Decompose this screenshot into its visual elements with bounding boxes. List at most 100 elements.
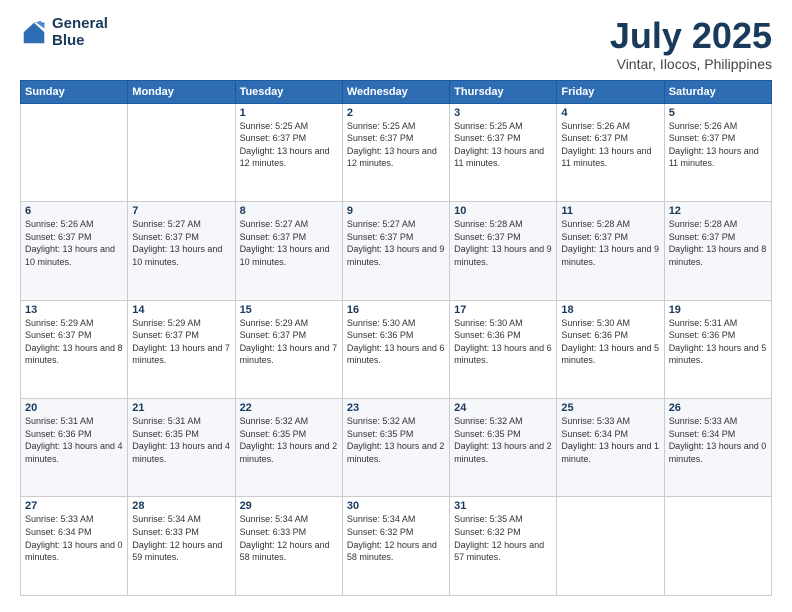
day-number: 15 (240, 304, 338, 316)
day-info: Sunrise: 5:26 AM Sunset: 6:37 PM Dayligh… (25, 218, 123, 268)
calendar-cell: 16 Sunrise: 5:30 AM Sunset: 6:36 PM Dayl… (342, 300, 449, 398)
day-number: 4 (561, 107, 659, 119)
day-number: 14 (132, 304, 230, 316)
calendar-row: 6 Sunrise: 5:26 AM Sunset: 6:37 PM Dayli… (21, 202, 772, 300)
day-info: Sunrise: 5:31 AM Sunset: 6:36 PM Dayligh… (25, 415, 123, 465)
day-number: 23 (347, 402, 445, 414)
calendar-cell: 11 Sunrise: 5:28 AM Sunset: 6:37 PM Dayl… (557, 202, 664, 300)
day-number: 25 (561, 402, 659, 414)
day-info: Sunrise: 5:27 AM Sunset: 6:37 PM Dayligh… (347, 218, 445, 268)
calendar-cell: 15 Sunrise: 5:29 AM Sunset: 6:37 PM Dayl… (235, 300, 342, 398)
day-info: Sunrise: 5:32 AM Sunset: 6:35 PM Dayligh… (240, 415, 338, 465)
day-number: 21 (132, 402, 230, 414)
calendar-cell: 30 Sunrise: 5:34 AM Sunset: 6:32 PM Dayl… (342, 497, 449, 596)
day-info: Sunrise: 5:31 AM Sunset: 6:35 PM Dayligh… (132, 415, 230, 465)
day-number: 10 (454, 205, 552, 217)
day-number: 17 (454, 304, 552, 316)
title-block: July 2025 Vintar, Ilocos, Philippines (610, 16, 772, 72)
calendar-cell: 24 Sunrise: 5:32 AM Sunset: 6:35 PM Dayl… (450, 399, 557, 497)
calendar-cell: 21 Sunrise: 5:31 AM Sunset: 6:35 PM Dayl… (128, 399, 235, 497)
day-info: Sunrise: 5:30 AM Sunset: 6:36 PM Dayligh… (347, 317, 445, 367)
day-number: 28 (132, 500, 230, 512)
calendar-cell: 2 Sunrise: 5:25 AM Sunset: 6:37 PM Dayli… (342, 103, 449, 201)
day-info: Sunrise: 5:35 AM Sunset: 6:32 PM Dayligh… (454, 513, 552, 563)
calendar-row: 1 Sunrise: 5:25 AM Sunset: 6:37 PM Dayli… (21, 103, 772, 201)
calendar-cell (557, 497, 664, 596)
weekday-header-row: SundayMondayTuesdayWednesdayThursdayFrid… (21, 80, 772, 103)
day-number: 2 (347, 107, 445, 119)
calendar-cell: 10 Sunrise: 5:28 AM Sunset: 6:37 PM Dayl… (450, 202, 557, 300)
day-info: Sunrise: 5:25 AM Sunset: 6:37 PM Dayligh… (454, 120, 552, 170)
calendar-cell: 19 Sunrise: 5:31 AM Sunset: 6:36 PM Dayl… (664, 300, 771, 398)
weekday-header-cell: Monday (128, 80, 235, 103)
calendar-row: 13 Sunrise: 5:29 AM Sunset: 6:37 PM Dayl… (21, 300, 772, 398)
calendar-table: SundayMondayTuesdayWednesdayThursdayFrid… (20, 80, 772, 596)
day-number: 6 (25, 205, 123, 217)
day-info: Sunrise: 5:32 AM Sunset: 6:35 PM Dayligh… (454, 415, 552, 465)
calendar-cell (664, 497, 771, 596)
day-info: Sunrise: 5:25 AM Sunset: 6:37 PM Dayligh… (347, 120, 445, 170)
day-info: Sunrise: 5:33 AM Sunset: 6:34 PM Dayligh… (561, 415, 659, 465)
day-info: Sunrise: 5:34 AM Sunset: 6:33 PM Dayligh… (240, 513, 338, 563)
calendar-cell (21, 103, 128, 201)
weekday-header-cell: Thursday (450, 80, 557, 103)
calendar-cell (128, 103, 235, 201)
day-info: Sunrise: 5:25 AM Sunset: 6:37 PM Dayligh… (240, 120, 338, 170)
day-info: Sunrise: 5:29 AM Sunset: 6:37 PM Dayligh… (25, 317, 123, 367)
day-number: 29 (240, 500, 338, 512)
logo: General Blue (20, 16, 108, 49)
day-number: 13 (25, 304, 123, 316)
day-number: 12 (669, 205, 767, 217)
day-info: Sunrise: 5:30 AM Sunset: 6:36 PM Dayligh… (561, 317, 659, 367)
day-number: 30 (347, 500, 445, 512)
weekday-header-cell: Friday (557, 80, 664, 103)
calendar-cell: 20 Sunrise: 5:31 AM Sunset: 6:36 PM Dayl… (21, 399, 128, 497)
day-info: Sunrise: 5:32 AM Sunset: 6:35 PM Dayligh… (347, 415, 445, 465)
calendar-cell: 13 Sunrise: 5:29 AM Sunset: 6:37 PM Dayl… (21, 300, 128, 398)
logo-icon (20, 19, 48, 47)
calendar-cell: 8 Sunrise: 5:27 AM Sunset: 6:37 PM Dayli… (235, 202, 342, 300)
day-info: Sunrise: 5:34 AM Sunset: 6:33 PM Dayligh… (132, 513, 230, 563)
day-info: Sunrise: 5:30 AM Sunset: 6:36 PM Dayligh… (454, 317, 552, 367)
calendar-cell: 17 Sunrise: 5:30 AM Sunset: 6:36 PM Dayl… (450, 300, 557, 398)
day-number: 26 (669, 402, 767, 414)
weekday-header-cell: Wednesday (342, 80, 449, 103)
day-number: 27 (25, 500, 123, 512)
day-info: Sunrise: 5:26 AM Sunset: 6:37 PM Dayligh… (561, 120, 659, 170)
calendar-cell: 27 Sunrise: 5:33 AM Sunset: 6:34 PM Dayl… (21, 497, 128, 596)
day-info: Sunrise: 5:26 AM Sunset: 6:37 PM Dayligh… (669, 120, 767, 170)
calendar-body: 1 Sunrise: 5:25 AM Sunset: 6:37 PM Dayli… (21, 103, 772, 595)
calendar-row: 20 Sunrise: 5:31 AM Sunset: 6:36 PM Dayl… (21, 399, 772, 497)
day-number: 24 (454, 402, 552, 414)
calendar-row: 27 Sunrise: 5:33 AM Sunset: 6:34 PM Dayl… (21, 497, 772, 596)
day-info: Sunrise: 5:29 AM Sunset: 6:37 PM Dayligh… (132, 317, 230, 367)
calendar-cell: 12 Sunrise: 5:28 AM Sunset: 6:37 PM Dayl… (664, 202, 771, 300)
page: General Blue July 2025 Vintar, Ilocos, P… (0, 0, 792, 612)
calendar-cell: 28 Sunrise: 5:34 AM Sunset: 6:33 PM Dayl… (128, 497, 235, 596)
calendar-cell: 31 Sunrise: 5:35 AM Sunset: 6:32 PM Dayl… (450, 497, 557, 596)
day-info: Sunrise: 5:34 AM Sunset: 6:32 PM Dayligh… (347, 513, 445, 563)
day-number: 3 (454, 107, 552, 119)
day-number: 16 (347, 304, 445, 316)
day-number: 8 (240, 205, 338, 217)
calendar-cell: 7 Sunrise: 5:27 AM Sunset: 6:37 PM Dayli… (128, 202, 235, 300)
calendar-cell: 1 Sunrise: 5:25 AM Sunset: 6:37 PM Dayli… (235, 103, 342, 201)
calendar-cell: 23 Sunrise: 5:32 AM Sunset: 6:35 PM Dayl… (342, 399, 449, 497)
day-info: Sunrise: 5:33 AM Sunset: 6:34 PM Dayligh… (25, 513, 123, 563)
calendar-cell: 14 Sunrise: 5:29 AM Sunset: 6:37 PM Dayl… (128, 300, 235, 398)
calendar-cell: 18 Sunrise: 5:30 AM Sunset: 6:36 PM Dayl… (557, 300, 664, 398)
day-info: Sunrise: 5:28 AM Sunset: 6:37 PM Dayligh… (669, 218, 767, 268)
day-number: 5 (669, 107, 767, 119)
weekday-header-cell: Sunday (21, 80, 128, 103)
header: General Blue July 2025 Vintar, Ilocos, P… (20, 16, 772, 72)
day-number: 20 (25, 402, 123, 414)
day-info: Sunrise: 5:28 AM Sunset: 6:37 PM Dayligh… (454, 218, 552, 268)
calendar-cell: 26 Sunrise: 5:33 AM Sunset: 6:34 PM Dayl… (664, 399, 771, 497)
day-number: 11 (561, 205, 659, 217)
calendar-cell: 22 Sunrise: 5:32 AM Sunset: 6:35 PM Dayl… (235, 399, 342, 497)
month-year: July 2025 (610, 16, 772, 56)
day-number: 18 (561, 304, 659, 316)
day-info: Sunrise: 5:31 AM Sunset: 6:36 PM Dayligh… (669, 317, 767, 367)
day-number: 19 (669, 304, 767, 316)
calendar-cell: 3 Sunrise: 5:25 AM Sunset: 6:37 PM Dayli… (450, 103, 557, 201)
